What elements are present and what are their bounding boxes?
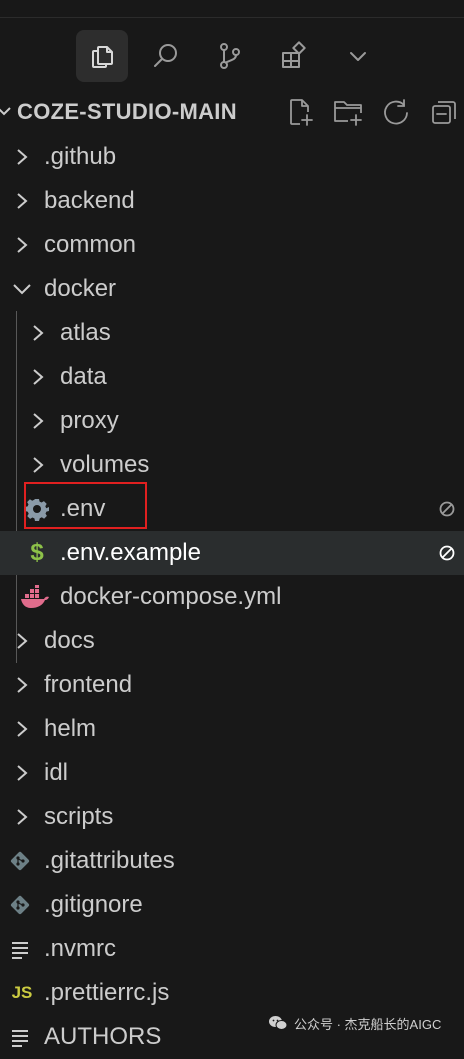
tree-item-common[interactable]: common — [0, 223, 464, 267]
title-divider — [0, 17, 464, 18]
chevron-right-icon — [17, 721, 28, 737]
chevron-right-icon — [17, 149, 28, 165]
search-icon — [154, 44, 177, 67]
dollar-icon: $ — [30, 539, 44, 566]
tree-item-github[interactable]: .github — [0, 135, 464, 179]
tree-item-label: .gitignore — [44, 891, 143, 918]
collapse-all-icon — [432, 101, 456, 124]
tree-item-label: docker — [44, 275, 117, 302]
tree-item-backend[interactable]: backend — [0, 179, 464, 223]
chevron-right-icon — [33, 369, 44, 385]
explorer-tab[interactable] — [76, 30, 128, 82]
tree-item-docker-compose[interactable]: docker-compose.yml — [0, 575, 464, 619]
tree-item-label: data — [60, 363, 107, 390]
tree-item-helm[interactable]: helm — [0, 707, 464, 751]
ignored-status-icon — [439, 501, 455, 517]
tree-item-gitignore[interactable]: .gitignore — [0, 883, 464, 927]
chevron-right-icon — [17, 765, 28, 781]
source-control-tab[interactable] — [204, 30, 256, 82]
tree-item-label: .gitattributes — [44, 847, 175, 874]
collapse-all-button[interactable] — [428, 96, 460, 128]
explorer-header[interactable]: COZE-STUDIO-MAIN — [0, 90, 464, 134]
tree-item-nvmrc[interactable]: .nvmrc — [0, 927, 464, 971]
tree-item-data[interactable]: data — [0, 355, 464, 399]
tree-item-idl[interactable]: idl — [0, 751, 464, 795]
refresh-button[interactable] — [380, 96, 412, 128]
chevron-right-icon — [17, 633, 28, 649]
tree-item-label: docker-compose.yml — [60, 583, 282, 610]
lines-icon — [7, 1024, 33, 1050]
tree-item-atlas[interactable]: atlas — [0, 311, 464, 355]
tree-item-label: backend — [44, 187, 135, 214]
tree-item-label: common — [44, 231, 137, 258]
chevron-right-icon — [17, 237, 28, 253]
git-icon — [7, 892, 33, 918]
chevron-down-icon — [350, 52, 366, 61]
workspace-title: COZE-STUDIO-MAIN — [17, 99, 237, 124]
tree-item-label: .env.example — [60, 539, 201, 566]
files-icon — [92, 46, 113, 68]
search-tab[interactable] — [140, 30, 192, 82]
more-views-button[interactable] — [332, 30, 384, 82]
tree-item-volumes[interactable]: volumes — [0, 443, 464, 487]
wechat-icon — [269, 1016, 288, 1030]
tree-item-label: scripts — [44, 803, 114, 830]
highlight-annotation — [24, 482, 147, 529]
new-folder-icon — [334, 101, 362, 126]
extensions-icon — [282, 41, 306, 68]
tree-item-docs[interactable]: docs — [0, 619, 464, 663]
tree-item-frontend[interactable]: frontend — [0, 663, 464, 707]
chevron-right-icon — [17, 193, 28, 209]
refresh-icon — [384, 99, 408, 125]
chevron-right-icon — [17, 677, 28, 693]
js-icon: JS — [11, 983, 33, 1002]
tree-item-label: .nvmrc — [44, 935, 116, 962]
tree-item-label: docs — [44, 627, 95, 654]
ignored-status-icon — [439, 545, 455, 561]
tree-item-scripts[interactable]: scripts — [0, 795, 464, 839]
tree-item-label: volumes — [60, 451, 150, 478]
new-folder-button[interactable] — [332, 96, 364, 128]
chevron-down-icon — [13, 284, 31, 295]
chevron-right-icon — [33, 457, 44, 473]
tree-item-label: proxy — [60, 407, 119, 434]
tree-item-gitattributes[interactable]: .gitattributes — [0, 839, 464, 883]
watermark-text: 公众号 · 杰克船长的AIGC — [294, 1016, 442, 1032]
chevron-right-icon — [33, 325, 44, 341]
activity-bar — [0, 28, 464, 84]
source-control-icon — [220, 43, 240, 69]
tree-item-label: atlas — [60, 319, 111, 346]
watermark: 公众号 · 杰克船长的AIGC — [268, 1012, 441, 1034]
tree-item-label: frontend — [44, 671, 133, 698]
chevron-right-icon — [33, 413, 44, 429]
chevron-right-icon — [17, 809, 28, 825]
new-file-button[interactable] — [284, 96, 316, 128]
new-file-icon — [290, 99, 313, 126]
extensions-tab[interactable] — [268, 30, 320, 82]
tree-item-label: AUTHORS — [44, 1023, 162, 1050]
chevron-down-icon — [0, 107, 11, 116]
docker-icon — [20, 584, 50, 610]
tree-item-label: .prettierrc.js — [44, 979, 170, 1006]
lines-icon — [7, 936, 33, 962]
tree-item-proxy[interactable]: proxy — [0, 399, 464, 443]
tree-item-label: .github — [44, 143, 117, 170]
tree-item-docker[interactable]: docker — [0, 267, 464, 311]
tree-item-prettierrc[interactable]: JS .prettierrc.js — [0, 971, 464, 1015]
tree-item-label: helm — [44, 715, 97, 742]
git-icon — [7, 848, 33, 874]
tree-item-label: idl — [44, 759, 69, 786]
tree-item-env-example[interactable]: $ .env.example — [0, 531, 464, 575]
